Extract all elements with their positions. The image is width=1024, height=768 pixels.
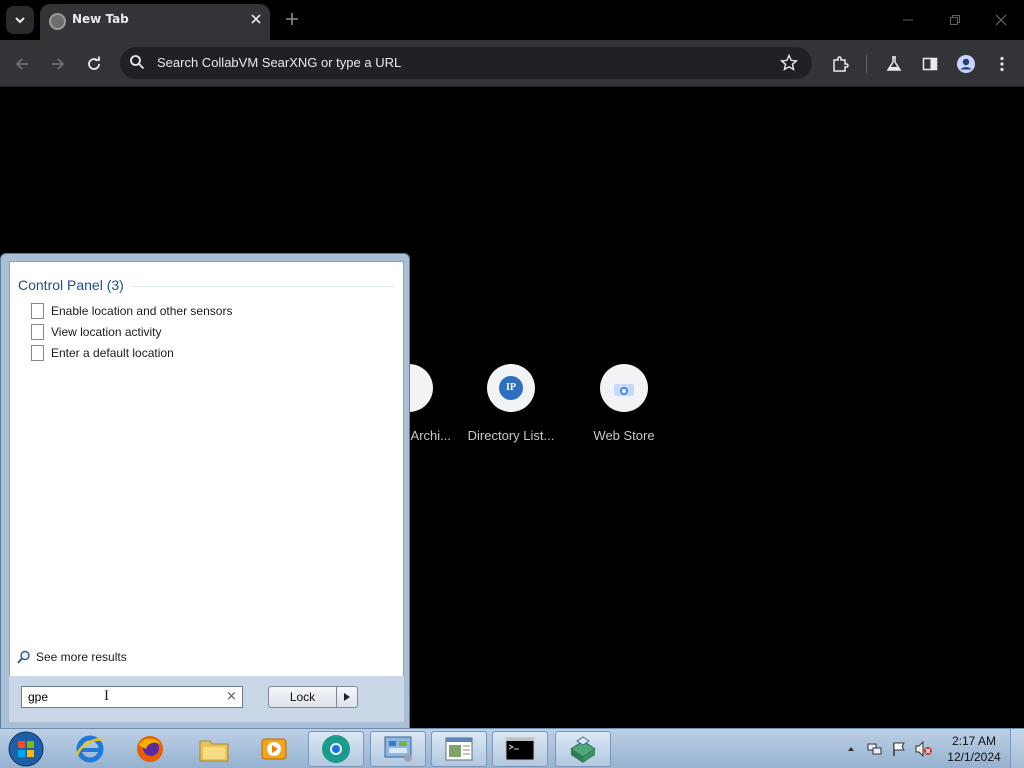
browser-toolbar: Search CollabVM SearXNG or type a URL — [0, 40, 1024, 87]
command-prompt-taskbar-icon[interactable] — [492, 731, 548, 767]
start-search-input[interactable]: gpe I × — [21, 686, 243, 708]
side-panel-icon — [922, 57, 938, 71]
document-icon — [31, 324, 44, 340]
triangle-right-icon — [344, 693, 350, 701]
media-player-taskbar-icon[interactable] — [246, 731, 302, 767]
minimize-icon — [903, 19, 913, 21]
shortcut-label: Directory List... — [467, 428, 555, 443]
shortcut-directory-listing[interactable]: IP Directory List... — [455, 364, 567, 443]
start-menu: Control Panel (3) Enable location and ot… — [0, 253, 410, 729]
start-button[interactable] — [0, 731, 52, 767]
clock-time: 2:17 AM — [951, 734, 997, 748]
volume-muted-icon[interactable] — [915, 741, 933, 757]
ip-icon: IP — [487, 364, 535, 412]
side-panel-button[interactable] — [916, 50, 944, 78]
restore-button[interactable] — [940, 6, 970, 34]
file-explorer-taskbar-icon[interactable] — [186, 731, 242, 767]
ip-badge: IP — [499, 376, 523, 400]
result-view-location-activity[interactable]: View location activity — [31, 322, 162, 342]
show-desktop-button[interactable] — [1010, 729, 1024, 768]
result-label: Enter a default location — [51, 346, 174, 360]
omnibox[interactable]: Search CollabVM SearXNG or type a URL — [120, 47, 812, 79]
restore-icon — [950, 15, 960, 25]
result-enable-location[interactable]: Enable location and other sensors — [31, 301, 232, 321]
chevron-down-icon — [15, 17, 25, 24]
taskbar: 2:17 AM 12/1/2024 — [0, 728, 1024, 768]
tab-title: New Tab — [72, 12, 129, 26]
close-icon — [995, 14, 1007, 26]
tab-new-tab[interactable]: New Tab — [40, 4, 270, 40]
bookmark-star-icon[interactable] — [780, 54, 798, 72]
result-default-location[interactable]: Enter a default location — [31, 343, 174, 363]
shortcut-web-store[interactable]: Web Store — [568, 364, 680, 443]
clock-date: 12/1/2024 — [947, 750, 1001, 764]
firefox-taskbar-icon[interactable] — [122, 731, 178, 767]
reload-button[interactable] — [80, 50, 108, 78]
tab-search-button[interactable] — [6, 6, 34, 34]
desktop: New Tab Search CollabVM SearXNG or type … — [0, 0, 1024, 768]
result-label: View location activity — [51, 325, 162, 339]
windows-orb-icon — [8, 731, 44, 767]
avatar-icon — [957, 55, 975, 73]
new-tab-button[interactable] — [280, 8, 304, 32]
minimize-button[interactable] — [893, 6, 923, 34]
toolbar-divider — [866, 55, 867, 73]
control-panel-taskbar-icon[interactable] — [370, 731, 426, 767]
action-center-flag-icon[interactable] — [891, 741, 907, 757]
menu-button[interactable] — [988, 50, 1016, 78]
result-label: Enable location and other sensors — [51, 304, 233, 318]
lock-label: Lock — [289, 690, 316, 704]
start-menu-results-pane: Control Panel (3) Enable location and ot… — [9, 261, 404, 722]
close-icon — [251, 14, 261, 24]
header-divider — [132, 286, 394, 287]
search-input-value: gpe — [28, 690, 49, 704]
chrome-favicon-icon — [49, 13, 66, 30]
system-tray — [845, 729, 933, 768]
kebab-menu-icon — [1000, 56, 1004, 72]
results-group-header: Control Panel (3) — [18, 277, 124, 293]
network-tool-taskbar-icon[interactable] — [555, 731, 611, 767]
shutdown-options-button[interactable] — [336, 687, 357, 707]
omnibox-placeholder: Search CollabVM SearXNG or type a URL — [157, 55, 402, 70]
document-window-taskbar-icon[interactable] — [431, 731, 487, 767]
puzzle-icon — [833, 56, 849, 72]
extensions-button[interactable] — [826, 50, 854, 78]
lock-button[interactable]: Lock — [268, 686, 358, 708]
forward-button[interactable] — [44, 50, 72, 78]
reload-icon — [88, 56, 100, 70]
profile-button[interactable] — [952, 50, 980, 78]
clear-search-button[interactable]: × — [226, 689, 237, 704]
chrome-taskbar-icon[interactable] — [308, 731, 364, 767]
labs-button[interactable] — [880, 50, 908, 78]
text-cursor-icon: I — [104, 688, 109, 704]
tab-close-button[interactable] — [246, 10, 266, 30]
tray-expand-icon[interactable] — [845, 743, 857, 755]
flask-icon — [886, 56, 902, 71]
see-more-label: See more results — [36, 650, 127, 664]
arrow-right-icon — [52, 58, 65, 70]
shortcut-label: Web Store — [593, 428, 655, 443]
taskbar-clock[interactable]: 2:17 AM 12/1/2024 — [944, 733, 1004, 765]
tab-strip: New Tab — [0, 0, 1024, 40]
network-icon[interactable] — [867, 741, 883, 757]
magnifier-icon — [17, 650, 30, 664]
web-store-icon — [600, 364, 648, 412]
see-more-results[interactable]: See more results — [17, 650, 127, 664]
document-icon — [31, 303, 44, 319]
back-button[interactable] — [8, 50, 36, 78]
search-icon — [130, 55, 145, 70]
internet-explorer-taskbar-icon[interactable] — [62, 731, 118, 767]
plus-icon — [286, 13, 298, 25]
close-window-button[interactable] — [986, 6, 1016, 34]
document-icon — [31, 345, 44, 361]
arrow-left-icon — [15, 58, 28, 70]
